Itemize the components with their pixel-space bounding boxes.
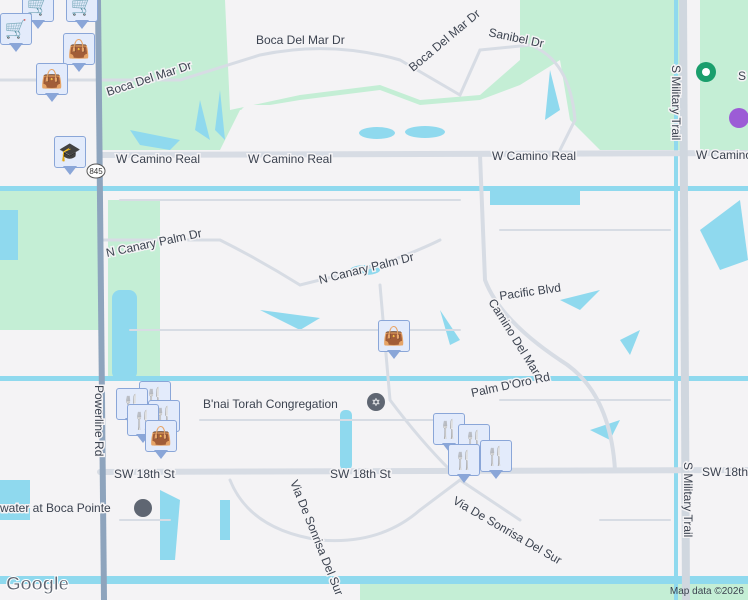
- label-military-n: S Military Trail: [669, 65, 683, 140]
- label-camino-real-3: W Camino Real: [492, 149, 576, 163]
- fork-knife-icon: 🍴: [448, 444, 480, 476]
- map-canvas[interactable]: 845 Boca Del Mar Dr Boca Del Mar Dr Boca…: [0, 0, 748, 600]
- svg-text:✡: ✡: [371, 397, 380, 409]
- route-845-shield: 845: [86, 163, 106, 179]
- map-attribution[interactable]: Map data ©2026: [670, 586, 744, 597]
- shopping-bag-icon: 👜: [63, 33, 95, 65]
- school-icon[interactable]: [134, 499, 152, 517]
- label-pacific: Pacific Blvd: [498, 280, 561, 302]
- label-sw18-3: SW 18th St: [702, 465, 748, 479]
- restaurant-marker[interactable]: 🍴: [480, 440, 512, 482]
- label-boca-pointe[interactable]: water at Boca Pointe: [0, 500, 113, 517]
- school-marker[interactable]: 🎓: [54, 136, 86, 178]
- shopping-bag-icon: 👜: [378, 320, 410, 352]
- shopping-cart-icon: 🛒: [66, 0, 98, 22]
- label-bnai-torah[interactable]: B'nai Torah Congregation: [202, 396, 340, 413]
- shopping-bag-marker[interactable]: 👜: [378, 320, 410, 362]
- shopping-cart-marker[interactable]: 🛒: [0, 13, 32, 55]
- google-logo: Google: [5, 574, 69, 596]
- shopping-bag-marker[interactable]: 👜: [36, 63, 68, 105]
- label-camino-real-1: W Camino Real: [116, 152, 200, 166]
- label-park-partial[interactable]: S Sa: [737, 68, 748, 85]
- label-military-s: S Military Trail: [681, 462, 695, 537]
- label-via-e: Via De Sonrisa Del Sur: [451, 493, 565, 567]
- shopping-cart-marker[interactable]: 🛒: [66, 0, 98, 32]
- label-boca-del-mar-c: Boca Del Mar Dr: [256, 33, 345, 47]
- label-camino-real-4: W Camino: [696, 148, 748, 162]
- svg-text:845: 845: [89, 167, 103, 176]
- shopping-cart-icon: 🛒: [0, 13, 32, 45]
- label-powerline: Powerline Rd: [92, 385, 106, 456]
- shopping-bag-icon: 👜: [145, 420, 177, 452]
- label-camino-del-mar: Camino Del Mar: [485, 296, 543, 377]
- label-sw18-2: SW 18th St: [330, 467, 391, 481]
- fork-knife-icon: 🍴: [480, 440, 512, 472]
- restaurant-marker[interactable]: 🍴: [448, 444, 480, 486]
- label-palm-doro: Palm D'Oro Rd: [470, 370, 551, 400]
- shopping-bag-marker[interactable]: 👜: [145, 420, 177, 462]
- label-camino-real-2: W Camino Real: [248, 152, 332, 166]
- label-n-canary-e: N Canary Palm Dr: [317, 250, 415, 287]
- graduation-cap-icon: 🎓: [54, 136, 86, 168]
- shopping-bag-icon: 👜: [36, 63, 68, 95]
- label-sw18-1: SW 18th St: [114, 467, 175, 481]
